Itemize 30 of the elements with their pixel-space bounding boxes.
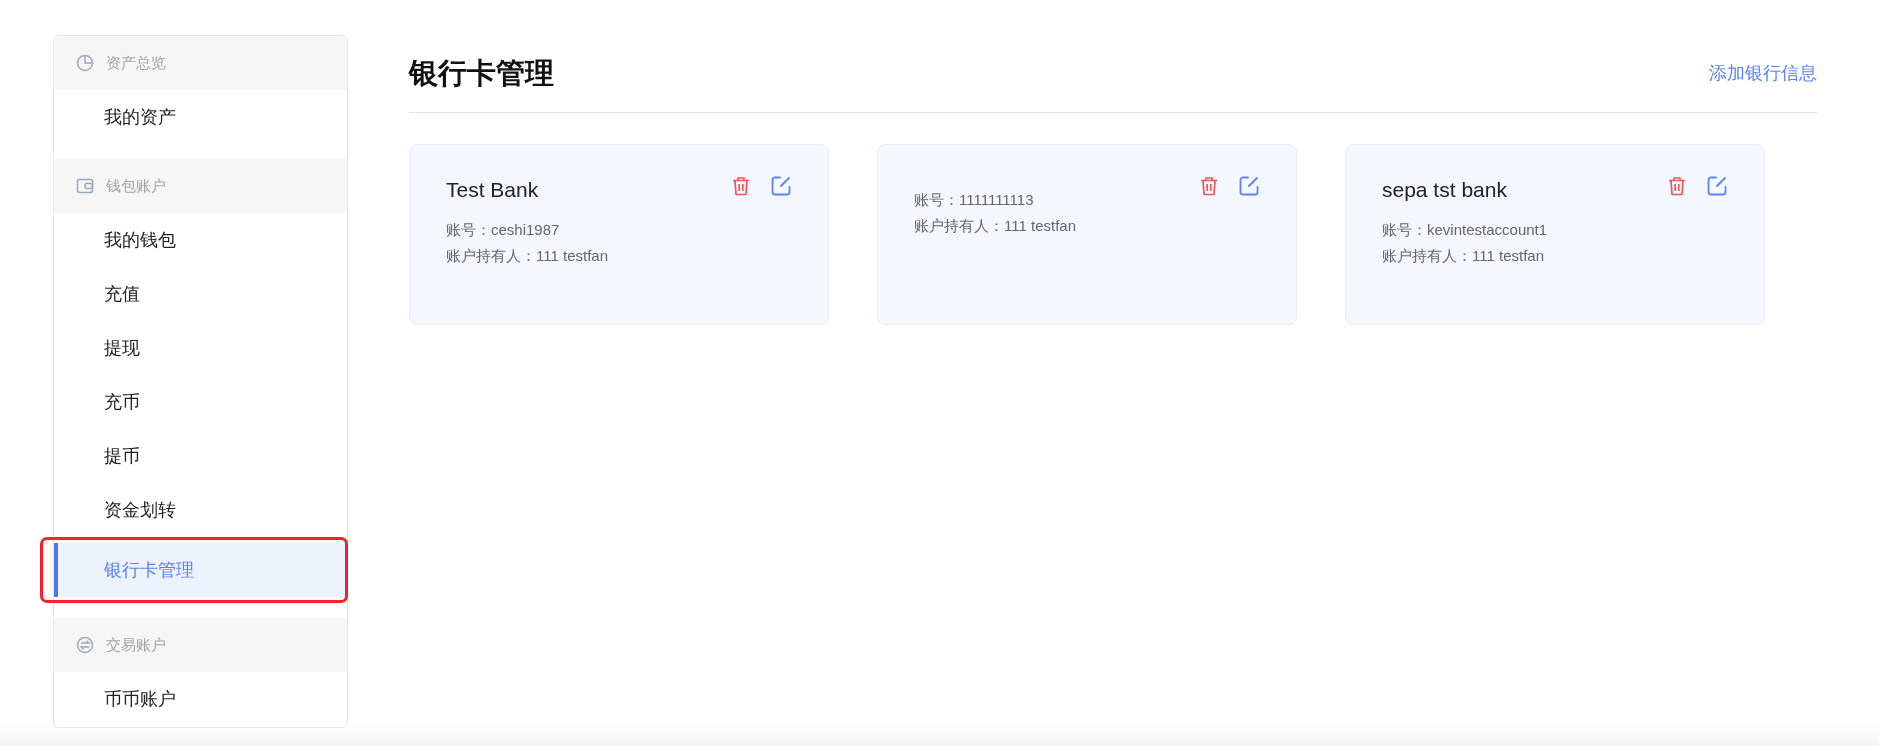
account-number: 账号：1111111113: [914, 190, 1035, 210]
account-number: 账号：ceshi1987: [446, 220, 561, 240]
sidebar-item[interactable]: 提币: [54, 429, 347, 483]
account-holder: 账户持有人：111 testfan: [914, 216, 1076, 236]
sidebar-item[interactable]: 提现: [54, 321, 347, 375]
edit-icon[interactable]: [770, 175, 792, 197]
add-bank-info-link[interactable]: 添加银行信息: [1709, 60, 1817, 87]
edit-icon[interactable]: [1238, 175, 1260, 197]
exchange-icon: [76, 636, 94, 654]
delete-icon[interactable]: [1666, 175, 1688, 197]
edit-icon[interactable]: [1706, 175, 1728, 197]
bank-name: sepa tst bank: [1382, 177, 1508, 203]
pie-chart-icon: [76, 54, 94, 72]
sidebar-item[interactable]: 我的资产: [54, 90, 347, 144]
page-title: 银行卡管理: [409, 56, 554, 91]
bank-name: Test Bank: [446, 177, 540, 203]
sidebar-item[interactable]: 币币账户: [54, 672, 347, 726]
delete-icon[interactable]: [730, 175, 752, 197]
wallet-icon: [76, 177, 94, 195]
sidebar-item[interactable]: 充币: [54, 375, 347, 429]
sidebar-item[interactable]: 我的钱包: [54, 213, 347, 267]
section-title: 资产总览: [106, 52, 166, 73]
account-number: 账号：kevintestaccount1: [1382, 220, 1548, 240]
sidebar-item[interactable]: 充值: [54, 267, 347, 321]
sidebar-item[interactable]: 资金划转: [54, 483, 347, 537]
account-holder: 账户持有人：111 testfan: [446, 246, 608, 266]
section-title: 钱包账户: [106, 175, 166, 196]
section-title: 交易账户: [106, 634, 166, 655]
delete-icon[interactable]: [1198, 175, 1220, 197]
account-holder: 账户持有人：111 testfan: [1382, 246, 1545, 266]
